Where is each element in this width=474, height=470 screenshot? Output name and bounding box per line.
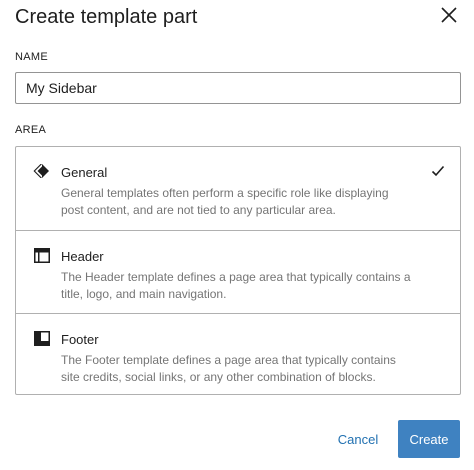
area-option-footer[interactable]: Footer The Footer template defines a pag… — [16, 313, 460, 395]
area-options: General General templates often perform … — [15, 146, 461, 395]
area-option-header[interactable]: Header The Header template defines a pag… — [16, 230, 460, 313]
area-option-description: General templates often perform a specif… — [61, 186, 389, 217]
check-icon — [431, 165, 445, 177]
area-option-description: The Footer template defines a page area … — [61, 353, 396, 384]
close-button[interactable] — [436, 2, 462, 28]
area-option-general[interactable]: General General templates often perform … — [16, 147, 460, 230]
area-option-description: The Header template defines a page area … — [61, 270, 411, 301]
area-label: AREA — [15, 124, 47, 136]
create-template-part-dialog: Create template part NAME AREA General G… — [0, 0, 474, 470]
name-label: NAME — [15, 51, 48, 63]
general-diamond-icon — [33, 164, 49, 178]
name-input[interactable] — [15, 72, 461, 104]
dialog-title: Create template part — [15, 6, 198, 28]
area-option-title: General — [61, 165, 108, 180]
header-layout-icon — [34, 248, 50, 263]
cancel-button[interactable]: Cancel — [330, 424, 386, 454]
create-button[interactable]: Create — [398, 420, 460, 458]
close-icon — [441, 7, 457, 23]
area-option-title: Footer — [61, 332, 99, 347]
area-option-title: Header — [61, 249, 104, 264]
footer-layout-icon — [34, 331, 50, 346]
